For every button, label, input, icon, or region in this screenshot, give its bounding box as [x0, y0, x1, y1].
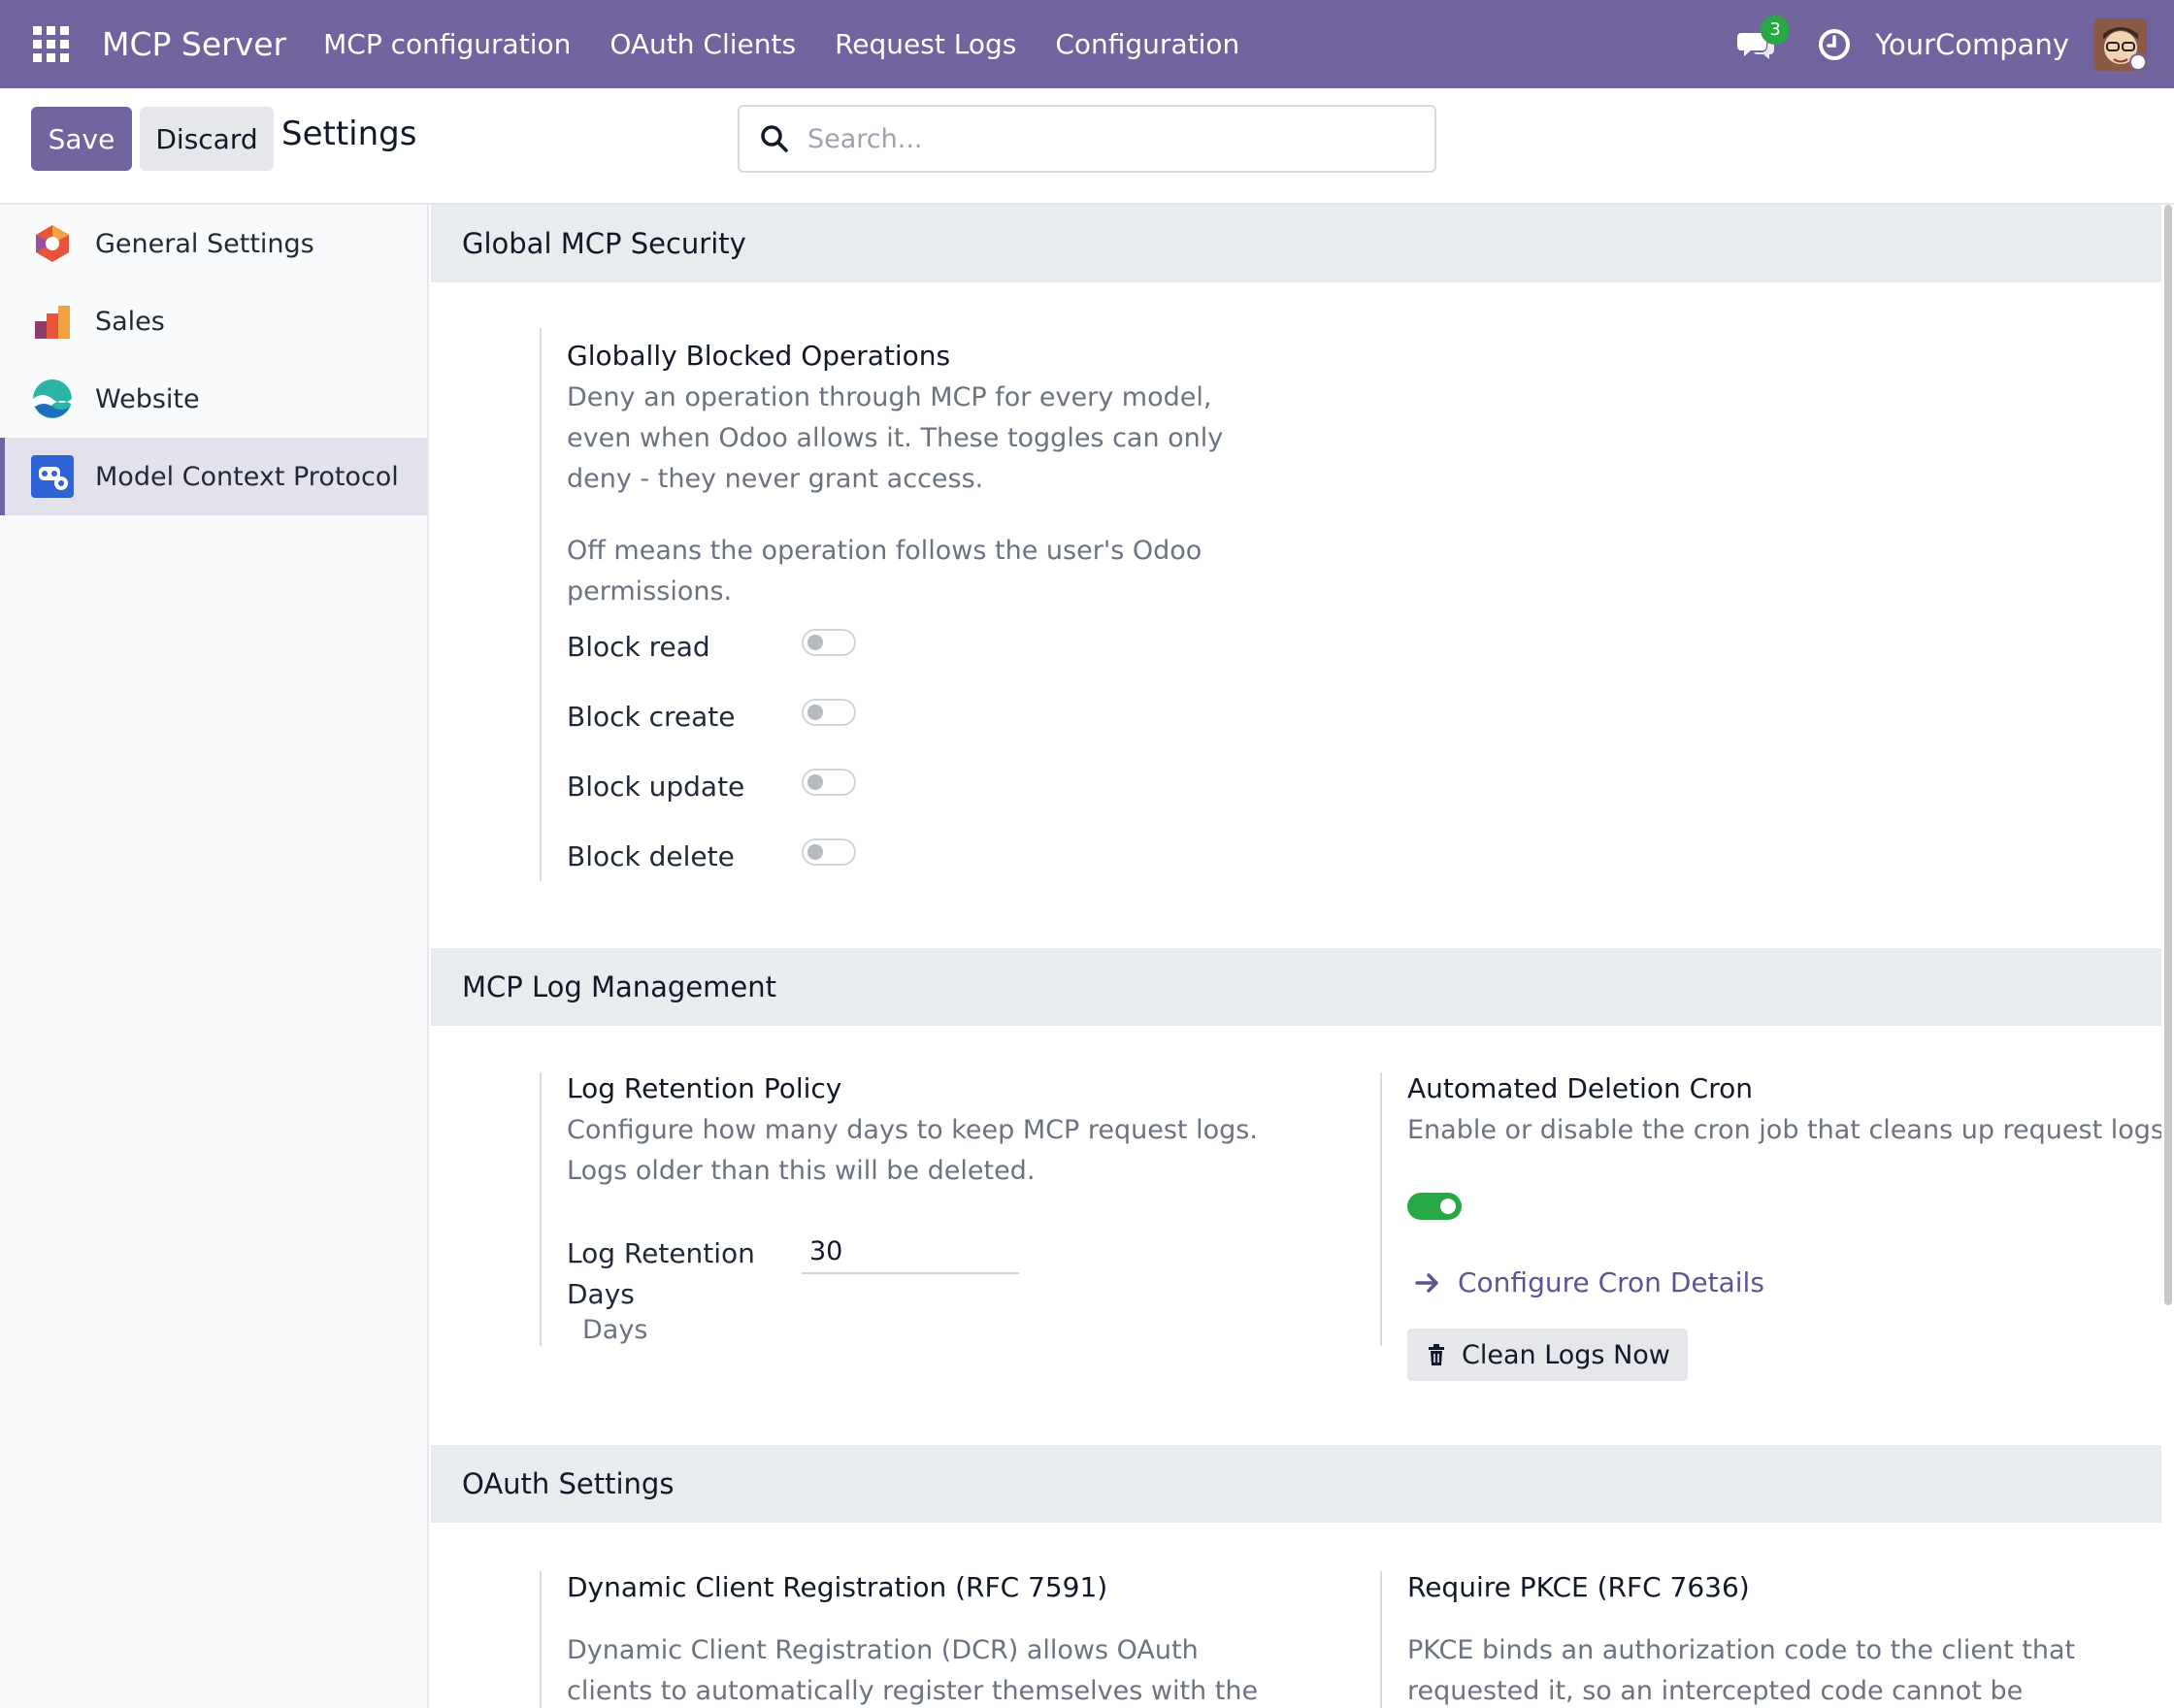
toggle-label: Block read — [567, 631, 710, 663]
website-icon — [33, 379, 72, 418]
setting-description: Configure how many days to keep MCP requ… — [567, 1115, 1258, 1186]
toggle-row-block-create: Block create — [567, 701, 736, 733]
setting-automated-deletion-cron: Automated Deletion Cron Enable or disabl… — [1380, 1072, 2161, 1381]
clean-logs-label: Clean Logs Now — [1462, 1339, 1670, 1370]
menu-configuration[interactable]: Configuration — [1036, 28, 1259, 60]
block-read-toggle[interactable] — [802, 629, 856, 656]
section-header-log-management: MCP Log Management — [431, 948, 2161, 1026]
setting-title: Log Retention Policy — [567, 1072, 842, 1104]
sidebar-item-label: Model Context Protocol — [95, 461, 399, 492]
sidebar-item-label: Sales — [95, 306, 165, 337]
toggle-label: Block create — [567, 701, 736, 733]
control-panel: Save Discard Settings — [0, 88, 2174, 205]
block-create-toggle[interactable] — [802, 699, 856, 726]
page-title: Settings — [281, 115, 417, 153]
app-name[interactable]: MCP Server — [102, 25, 286, 63]
general-settings-icon — [36, 225, 69, 262]
search-input[interactable] — [807, 123, 1390, 154]
sidebar-item-general-settings[interactable]: General Settings — [0, 205, 427, 282]
sidebar-item-model-context-protocol[interactable]: Model Context Protocol — [0, 438, 427, 515]
chat-count-badge: 3 — [1761, 15, 1791, 45]
setting-require-pkce: Require PKCE (RFC 7636) PKCE binds an au… — [1380, 1571, 2157, 1708]
setting-description: Deny an operation through MCP for every … — [567, 382, 1224, 494]
menu-request-logs[interactable]: Request Logs — [815, 28, 1036, 60]
toggle-label: Block update — [567, 771, 745, 803]
arrow-right-icon — [1415, 1272, 1438, 1293]
block-update-toggle[interactable] — [802, 769, 856, 796]
sidebar-item-label: General Settings — [95, 228, 314, 259]
setting-title: Require PKCE (RFC 7636) — [1407, 1571, 1750, 1603]
settings-sidebar: General Settings Sales Website Model Con… — [0, 205, 429, 1708]
sidebar-item-sales[interactable]: Sales — [0, 282, 427, 360]
toggle-row-block-update: Block update — [567, 771, 744, 803]
setting-description: Dynamic Client Registration (DCR) allows… — [567, 1635, 1259, 1706]
settings-content[interactable]: Global MCP Security Globally Blocked Ope… — [431, 205, 2161, 1708]
log-retention-days-input[interactable] — [802, 1230, 1019, 1274]
content-scrollbar[interactable] — [2164, 205, 2172, 1305]
trash-icon — [1429, 1344, 1444, 1365]
search-icon — [761, 125, 788, 152]
save-button[interactable]: Save — [31, 107, 132, 171]
setting-title: Automated Deletion Cron — [1407, 1072, 1753, 1104]
sales-icon — [35, 306, 70, 339]
company-switcher[interactable]: YourCompany — [1875, 28, 2069, 61]
user-avatar[interactable] — [2094, 17, 2147, 71]
sidebar-item-website[interactable]: Website — [0, 360, 427, 438]
top-navbar: MCP Server MCP configuration OAuth Clien… — [0, 0, 2174, 88]
clock-icon[interactable] — [1815, 25, 1854, 64]
toggle-label: Block delete — [567, 840, 735, 872]
setting-title: Globally Blocked Operations — [567, 340, 951, 372]
menu-oauth-clients[interactable]: OAuth Clients — [590, 28, 815, 60]
configure-cron-label: Configure Cron Details — [1458, 1266, 1764, 1298]
navbar-systray: 3 YourCompany — [1737, 0, 2174, 88]
toggle-row-block-delete: Block delete — [567, 840, 735, 872]
setting-globally-blocked-operations: Globally Blocked Operations Deny an oper… — [540, 328, 1223, 881]
app-menu-icon[interactable] — [33, 26, 69, 62]
menu-mcp-configuration[interactable]: MCP configuration — [304, 28, 590, 60]
sidebar-item-label: Website — [95, 383, 200, 414]
clean-logs-button[interactable]: Clean Logs Now — [1407, 1329, 1688, 1381]
chat-icon[interactable]: 3 — [1737, 15, 1791, 64]
setting-title: Dynamic Client Registration (RFC 7591) — [567, 1571, 1108, 1603]
block-delete-toggle[interactable] — [802, 838, 856, 866]
mcp-icon — [31, 455, 74, 498]
section-header-oauth: OAuth Settings — [431, 1445, 2161, 1523]
configure-cron-link[interactable]: Configure Cron Details — [1413, 1266, 1764, 1298]
deletion-cron-toggle[interactable] — [1407, 1193, 1462, 1220]
search-bar[interactable] — [738, 105, 1436, 173]
discard-button[interactable]: Discard — [140, 107, 274, 171]
retention-unit-label: Days — [582, 1315, 648, 1345]
setting-dynamic-client-registration: Dynamic Client Registration (RFC 7591) D… — [540, 1571, 1258, 1708]
toggle-row-block-read: Block read — [567, 631, 710, 663]
log-retention-days-label: Log Retention Days — [567, 1237, 755, 1310]
setting-description: PKCE binds an authorization code to the … — [1407, 1635, 2076, 1706]
setting-description-note: Off means the operation follows the user… — [567, 536, 1202, 607]
setting-description: Enable or disable the cron job that clea… — [1407, 1115, 2161, 1145]
setting-log-retention-policy: Log Retention Policy Configure how many … — [540, 1072, 1258, 1346]
section-header-security: Global MCP Security — [431, 205, 2161, 282]
